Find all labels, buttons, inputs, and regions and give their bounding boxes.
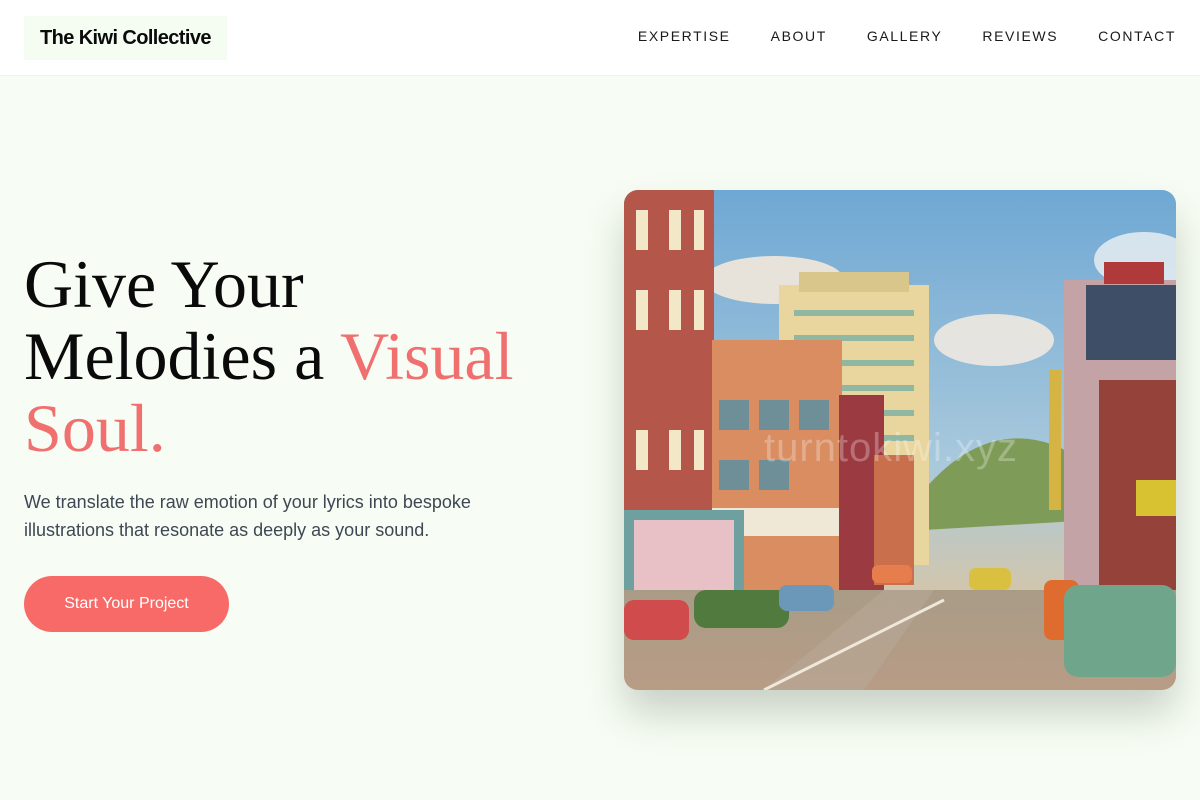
nav-link-gallery[interactable]: GALLERY <box>867 28 943 44</box>
image-watermark: turntokiwi.xyz <box>764 426 1019 470</box>
nav-link-contact[interactable]: CONTACT <box>1098 28 1176 44</box>
nav-link-expertise[interactable]: EXPERTISE <box>638 28 731 44</box>
main-nav: EXPERTISE ABOUT GALLERY REVIEWS CONTACT <box>638 28 1176 44</box>
brand-logo[interactable]: The Kiwi Collective <box>24 16 227 60</box>
hero-title-line1: Give Your <box>24 246 304 322</box>
hero-subtitle: We translate the raw emotion of your lyr… <box>24 492 471 540</box>
hero-title-accent-soul: Soul. <box>24 390 166 466</box>
hero-title: Give Your Melodies a Visual Soul. <box>24 248 584 464</box>
hero-title-line2: Melodies a <box>24 318 325 394</box>
top-navigation-bar: The Kiwi Collective EXPERTISE ABOUT GALL… <box>0 0 1200 76</box>
hero-title-accent-visual: Visual <box>340 318 514 394</box>
start-project-button[interactable]: Start Your Project <box>24 576 229 632</box>
hero-image: turntokiwi.xyz <box>624 190 1176 690</box>
nav-link-about[interactable]: ABOUT <box>771 28 827 44</box>
nav-link-reviews[interactable]: REVIEWS <box>982 28 1058 44</box>
